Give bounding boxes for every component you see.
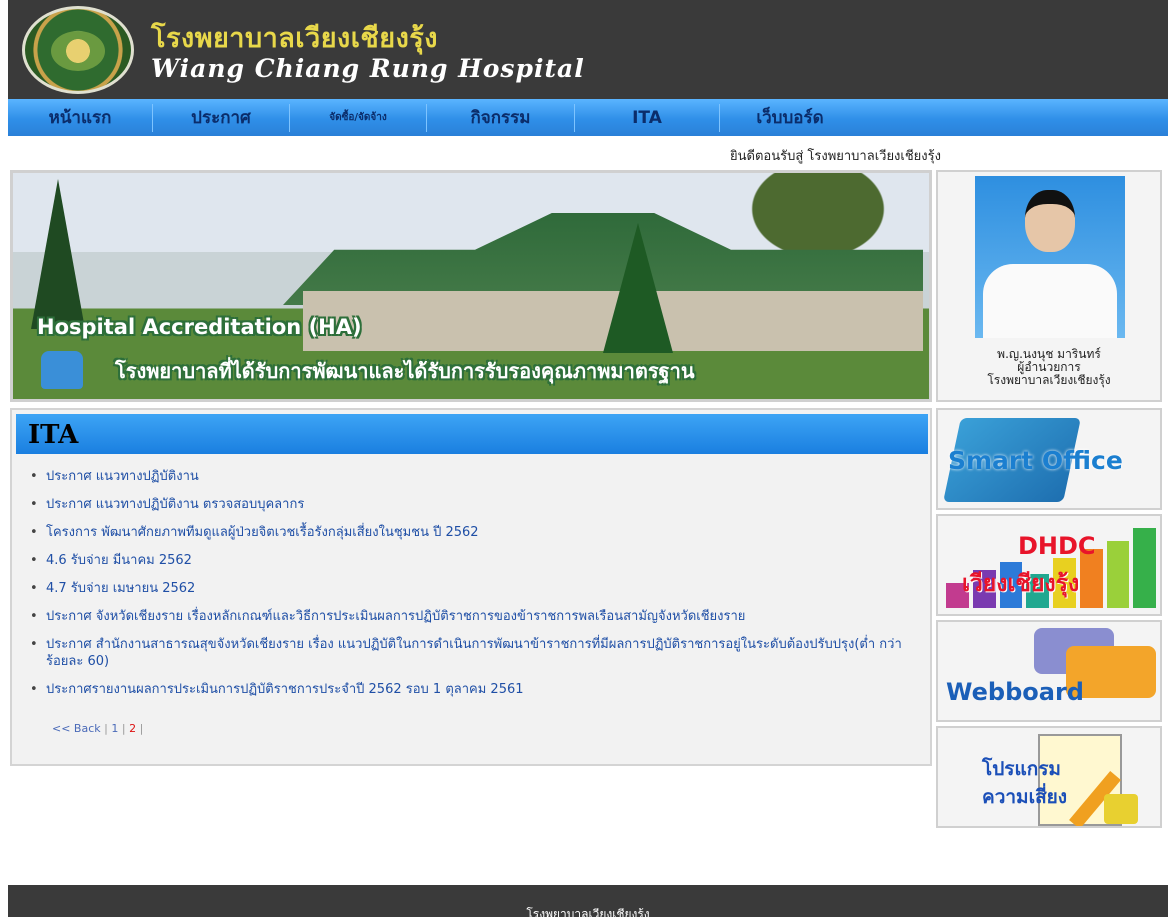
pager-back-link[interactable]: << Back [52,722,101,735]
risk-program-sublabel: ความเสี่ยง [982,786,1068,808]
dhdc-label: DHDC [1018,532,1096,560]
list-item[interactable]: โครงการ พัฒนาศักยภาพทีมดูแลผู้ป่วยจิตเวช… [28,524,908,541]
director-uniform [983,264,1117,338]
pager-separator: | [139,722,144,735]
pager-page-2-current[interactable]: 2 [129,722,136,735]
list-item[interactable]: ประกาศ แนวทางปฏิบัติงาน ตรวจสอบบุคลากร [28,496,908,513]
list-item[interactable]: 4.7 รับจ่าย เมษายน 2562 [28,580,908,597]
main-nav: หน้าแรก ประกาศ จัดซื้อ/จัดจ้าง กิจกรรม I… [8,99,1168,136]
ita-panel-title: ITA [28,420,79,450]
list-item[interactable]: ประกาศ แนวทางปฏิบัติงาน [28,468,908,485]
list-item[interactable]: 4.6 รับจ่าย มีนาคม 2562 [28,552,908,569]
site-title-english: Wiang Chiang Rung Hospital [151,54,585,83]
list-item[interactable]: ประกาศรายงานผลการประเมินการปฏิบัติราชการ… [28,681,908,698]
banner-accreditation-text: Hospital Accreditation (HA) [37,315,362,339]
site-footer: โรงพยาบาลเวียงเชียงรุ้ง [8,885,1168,917]
risk-program-link[interactable]: โปรแกรม ความเสี่ยง [936,726,1162,828]
webboard-label: Webboard [946,678,1084,706]
nav-item-procurement[interactable]: จัดซื้อ/จัดจ้าง [290,103,427,132]
ita-announcement-list: ประกาศ แนวทางปฏิบัติงาน ประกาศ แนวทางปฏิ… [28,468,908,709]
nav-item-home[interactable]: หน้าแรก [8,103,153,132]
pager-separator: | [121,722,126,735]
smart-office-link[interactable]: Smart Office [936,408,1162,510]
footer-text: โรงพยาบาลเวียงเชียงรุ้ง [526,907,650,917]
risk-program-label: โปรแกรม [982,758,1061,780]
list-item[interactable]: ประกาศ สำนักงานสาธารณสุขจังหวัดเชียงราย … [28,636,908,670]
logo-emblem-icon [51,31,105,71]
site-title-thai: โรงพยาบาลเวียงเชียงรุ้ง [151,23,438,54]
pagination: << Back | 1 | 2 | [52,722,143,735]
pine-tree-graphic [31,179,85,329]
pager-separator: | [104,722,108,735]
ita-panel-header: ITA [16,414,928,454]
dhdc-link[interactable]: DHDC เวียงเชียงรุ้ง [936,514,1162,616]
pager-page-1-link[interactable]: 1 [111,722,118,735]
lock-icon [1104,794,1138,824]
page: โรงพยาบาลเวียงเชียงรุ้ง Wiang Chiang Run… [0,0,1168,917]
hero-banner[interactable]: Hospital Accreditation (HA) โรงพยาบาลที่… [10,170,932,402]
dhdc-sublabel: เวียงเชียงรุ้ง [962,571,1080,597]
director-photo [975,176,1125,338]
list-item[interactable]: ประกาศ จังหวัดเชียงราย เรื่องหลักเกณฑ์แล… [28,608,908,625]
webboard-link[interactable]: Webboard [936,620,1162,722]
welcome-text: ยินดีตอนรับสู่ โรงพยาบาลเวียงเชียงรุ้ง [730,149,941,164]
ita-panel: ITA ประกาศ แนวทางปฏิบัติงาน ประกาศ แนวทา… [10,408,932,766]
smart-office-label: Smart Office [948,446,1123,475]
thumbs-up-icon [41,351,83,389]
site-header: โรงพยาบาลเวียงเชียงรุ้ง Wiang Chiang Run… [8,0,1168,99]
nav-item-activities[interactable]: กิจกรรม [427,103,575,132]
director-org: โรงพยาบาลเวียงเชียงรุ้ง [987,373,1111,387]
banner-slogan: โรงพยาบาลที่ได้รับการพัฒนาและได้รับการรั… [115,359,695,383]
nav-item-webboard[interactable]: เว็บบอร์ด [720,104,860,132]
nav-item-ita[interactable]: ITA [575,103,720,132]
director-card: พ.ญ.นงนุช มารินทร์ ผู้อำนวยการ โรงพยาบาล… [936,170,1162,402]
director-face [1025,190,1075,252]
hospital-logo[interactable] [22,6,134,94]
nav-item-announcement[interactable]: ประกาศ [153,103,290,132]
